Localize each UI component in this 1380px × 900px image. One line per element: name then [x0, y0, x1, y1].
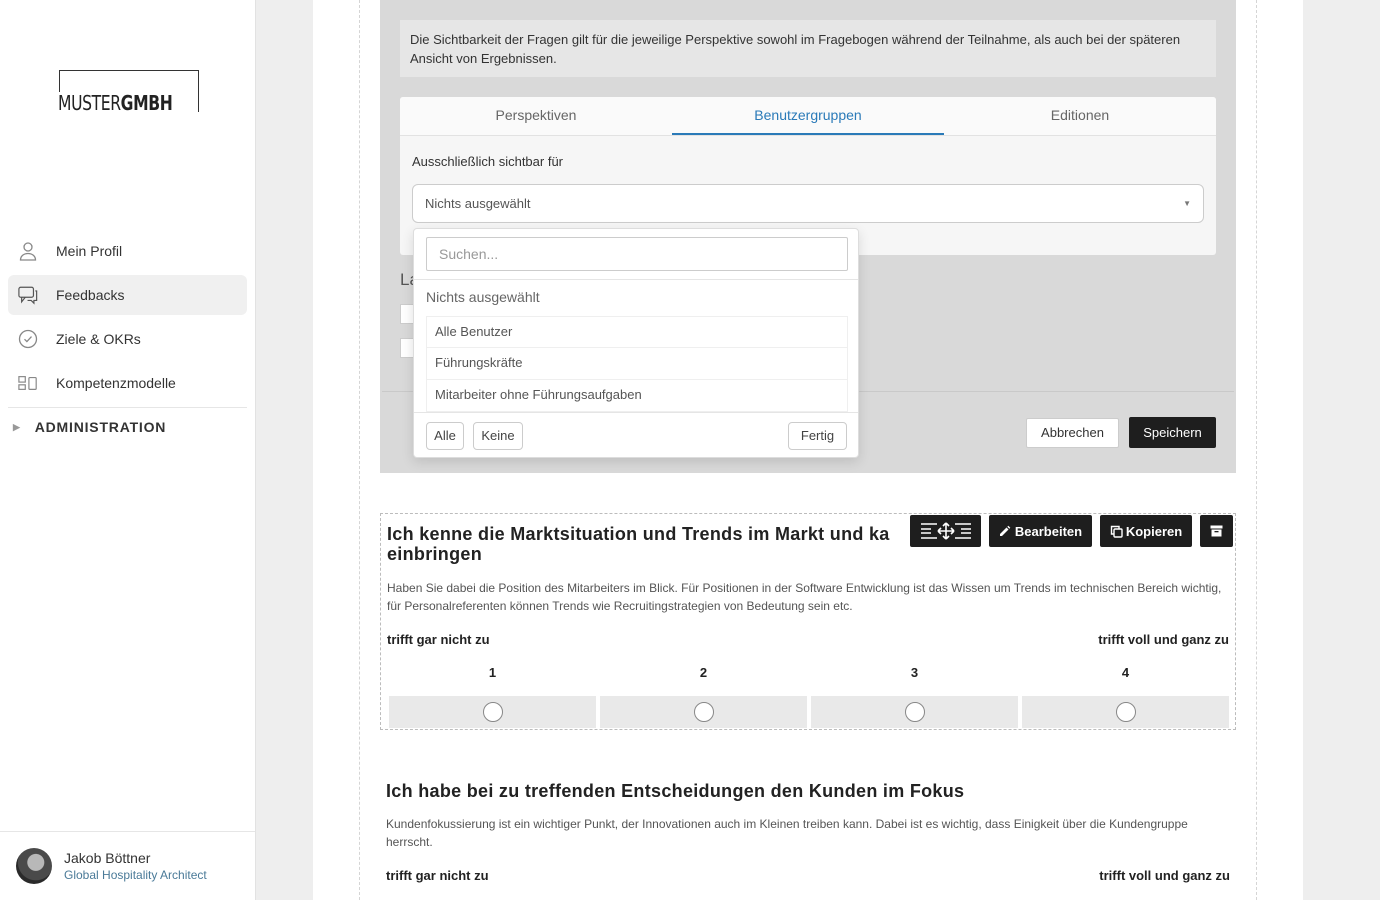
- user-group-select[interactable]: Nichts ausgewählt ▼: [412, 184, 1204, 223]
- scale-min-label: trifft gar nicht zu: [386, 868, 489, 883]
- tab-editionen[interactable]: Editionen: [944, 97, 1216, 135]
- caret-down-icon: ▼: [1183, 199, 1191, 208]
- avatar: [16, 848, 52, 884]
- cancel-button[interactable]: Abbrechen: [1026, 418, 1119, 448]
- copy-icon: [1110, 525, 1123, 538]
- pencil-icon: [999, 525, 1011, 537]
- user-role: Global Hospitality Architect: [64, 868, 207, 882]
- radio-button[interactable]: [693, 702, 714, 722]
- user-profile-card[interactable]: Jakob Böttner Global Hospitality Archite…: [0, 831, 255, 900]
- archive-button[interactable]: [1200, 515, 1233, 547]
- rating-option: 4: [1022, 665, 1229, 728]
- question-description: Kundenfokussierung ist ein wichtiger Pun…: [386, 817, 1188, 849]
- done-button[interactable]: Fertig: [788, 422, 847, 450]
- sidebar-item-mein-profil[interactable]: Mein Profil: [8, 231, 247, 271]
- rating-option: 2: [600, 665, 807, 728]
- question-card: Ich habe bei zu treffenden Entscheidunge…: [380, 730, 1236, 900]
- scale-min-label: trifft gar nicht zu: [387, 632, 490, 647]
- sidebar-item-feedbacks[interactable]: Feedbacks: [8, 275, 247, 315]
- check-circle-icon: [18, 329, 38, 349]
- radio-button[interactable]: [1115, 702, 1136, 722]
- sidebar-item-ziele[interactable]: Ziele & OKRs: [8, 319, 247, 359]
- rating-scale: 1 2 3 4: [389, 665, 1229, 728]
- dropdown-options: Alle Benutzer Führungskräfte Mitarbeiter…: [426, 316, 848, 412]
- sidebar-item-label: ADMINISTRATION: [34, 419, 167, 435]
- archive-icon: [1210, 525, 1223, 537]
- edit-button[interactable]: Bearbeiten: [989, 515, 1092, 547]
- option-mitarbeiter[interactable]: Mitarbeiter ohne Führungsaufgaben: [426, 380, 848, 412]
- checkbox[interactable]: [400, 304, 414, 324]
- question-description: Haben Sie dabei die Position des Mitarbe…: [387, 581, 1222, 613]
- rating-option: 1: [389, 665, 596, 728]
- sidebar-nav: Mein Profil Feedbacks Ziele & OKRs Kompe…: [8, 231, 247, 446]
- scale-max-label: trifft voll und ganz zu: [1098, 632, 1229, 647]
- user-name: Jakob Böttner: [64, 850, 151, 866]
- visibility-info-text: Die Sichtbarkeit der Fragen gilt für die…: [400, 20, 1216, 77]
- sidebar-item-kompetenzmodelle[interactable]: Kompetenzmodelle: [8, 363, 247, 403]
- move-handle-button[interactable]: [910, 515, 981, 547]
- select-value: Nichts ausgewählt: [425, 196, 531, 211]
- chat-icon: [18, 285, 38, 305]
- option-alle-benutzer[interactable]: Alle Benutzer: [426, 316, 848, 348]
- search-input[interactable]: Suchen...: [426, 237, 848, 271]
- sidebar-item-administration[interactable]: ▶ ADMINISTRATION: [8, 408, 247, 446]
- rating-option: 3: [811, 665, 1018, 728]
- sidebar-item-label: Kompetenzmodelle: [56, 375, 176, 391]
- question-title: Ich habe bei zu treffenden Entscheidunge…: [386, 781, 965, 801]
- radio-button[interactable]: [482, 702, 503, 722]
- option-fuehrungskraefte[interactable]: Führungskräfte: [426, 348, 848, 380]
- radio-button[interactable]: [904, 702, 925, 722]
- company-logo: MUSTERGMBH: [58, 70, 199, 114]
- none-selected-label: Nichts ausgewählt: [426, 289, 540, 305]
- select-all-button[interactable]: Alle: [426, 422, 464, 450]
- sidebar-item-label: Feedbacks: [56, 287, 125, 303]
- visibility-tabs: Perspektiven Benutzergruppen Editionen: [400, 97, 1216, 136]
- tab-benutzergruppen[interactable]: Benutzergruppen: [672, 97, 944, 135]
- model-icon: [18, 373, 38, 393]
- select-none-button[interactable]: Keine: [473, 422, 523, 450]
- tab-perspektiven[interactable]: Perspektiven: [400, 97, 672, 135]
- sidebar-item-label: Ziele & OKRs: [56, 331, 141, 347]
- sidebar-item-label: Mein Profil: [56, 243, 123, 259]
- user-icon: [18, 241, 38, 261]
- user-group-dropdown: Suchen... Nichts ausgewählt Alle Benutze…: [413, 228, 859, 458]
- scale-max-label: trifft voll und ganz zu: [1099, 868, 1230, 883]
- move-icon: [920, 521, 972, 541]
- expand-triangle-icon: ▶: [13, 421, 21, 432]
- save-button[interactable]: Speichern: [1129, 417, 1216, 448]
- divider: [414, 412, 858, 413]
- copy-button[interactable]: Kopieren: [1100, 515, 1192, 547]
- field-label: Ausschließlich sichtbar für: [412, 154, 563, 169]
- divider: [414, 279, 858, 280]
- checkbox[interactable]: [400, 338, 414, 358]
- sidebar: MUSTERGMBH Mein Profil Feedbacks Ziele &…: [0, 0, 256, 900]
